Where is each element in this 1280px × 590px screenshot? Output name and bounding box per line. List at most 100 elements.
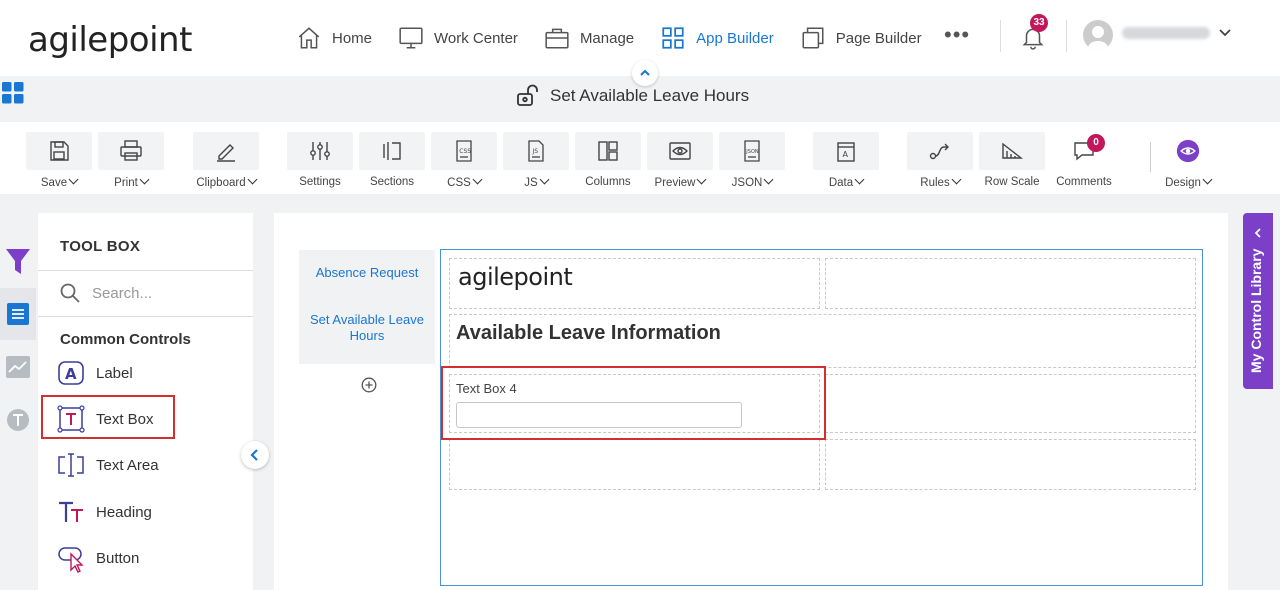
unlock-icon[interactable]: [516, 84, 542, 108]
monitor-icon: [399, 27, 423, 49]
form-heading: Available Leave Information: [456, 322, 721, 344]
logo-cell[interactable]: agilepoint: [449, 258, 820, 309]
css-button[interactable]: CSS CSS: [431, 132, 497, 189]
home-icon: [298, 27, 320, 49]
nav-manage[interactable]: Manage: [544, 24, 634, 52]
row-scale-button[interactable]: Row Scale: [979, 132, 1045, 188]
divider: [1000, 20, 1001, 52]
json-file-icon: JSON: [744, 140, 760, 162]
sections-label: Sections: [369, 176, 415, 188]
list-icon: [7, 303, 29, 325]
toolbox-tab[interactable]: [0, 288, 36, 340]
tool-box-search[interactable]: Search...: [60, 283, 152, 303]
collapse-toolbox-button[interactable]: [241, 441, 269, 469]
page-tab-absence-request[interactable]: Absence Request: [299, 250, 435, 298]
collapse-header-button[interactable]: [632, 60, 658, 86]
theme-tab[interactable]: [0, 394, 36, 446]
clipboard-label: Clipboard: [196, 177, 246, 189]
toolbox-item-text-area[interactable]: Text Area: [56, 447, 159, 483]
toolbox-item-button-text: Button: [96, 549, 140, 567]
chevron-up-icon: [640, 69, 650, 76]
avatar[interactable]: [1083, 20, 1113, 50]
empty-cell[interactable]: [825, 258, 1196, 309]
divider: [38, 316, 253, 317]
username-blurred: [1122, 27, 1210, 39]
design-button[interactable]: Design: [1155, 132, 1221, 189]
pencil-icon: [217, 144, 235, 162]
json-label: JSON: [731, 177, 763, 189]
chevron-left-icon: [1254, 228, 1261, 238]
empty-cell[interactable]: [449, 439, 820, 490]
columns-icon: [598, 141, 618, 161]
nav-home[interactable]: Home: [296, 24, 372, 52]
nav-home-label: Home: [332, 29, 373, 47]
form-title-text: Set Available Leave Hours: [550, 86, 750, 105]
analytics-tab[interactable]: [0, 341, 36, 393]
page-tab-label: Set Available Leave Hours: [310, 312, 424, 343]
rules-flow-icon: [929, 143, 949, 160]
add-page-icon[interactable]: [361, 377, 377, 393]
nav-app-builder-label: App Builder: [696, 29, 774, 47]
form-title: Set Available Leave Hours: [516, 84, 749, 108]
heading-cell[interactable]: Available Leave Information: [449, 314, 1196, 368]
preview-button[interactable]: Preview: [647, 132, 713, 189]
left-icon-rail: [0, 213, 36, 590]
data-icon: A: [837, 142, 855, 162]
theme-t-icon: [7, 409, 29, 431]
nav-page-builder[interactable]: Page Builder: [800, 24, 922, 52]
common-controls-heading: Common Controls: [60, 331, 191, 348]
nav-page-builder-label: Page Builder: [835, 29, 922, 47]
data-button[interactable]: A Data: [813, 132, 879, 189]
label-a-icon: A: [58, 361, 84, 385]
design-eye-icon: [1176, 139, 1200, 163]
tool-box-panel: TOOL BOX Search... Common Controls A Lab…: [38, 213, 253, 590]
nav-work-center[interactable]: Work Center: [398, 24, 518, 52]
heading-icon: [59, 501, 83, 522]
js-button[interactable]: JS JS: [503, 132, 569, 189]
filter-tab[interactable]: [0, 235, 36, 287]
settings-button[interactable]: Settings: [287, 132, 353, 188]
divider: [1150, 142, 1151, 172]
comments-button[interactable]: Comments: [1051, 132, 1117, 188]
page-tab-set-available-leave-hours[interactable]: Set Available Leave Hours: [299, 298, 435, 364]
nav-app-builder[interactable]: App Builder: [660, 24, 774, 52]
save-button[interactable]: Save: [26, 132, 92, 189]
toolbox-item-heading[interactable]: Heading: [56, 494, 152, 530]
chevron-down-icon[interactable]: [1218, 26, 1232, 40]
empty-cell[interactable]: [825, 439, 1196, 490]
sections-button[interactable]: Sections: [359, 132, 425, 188]
comments-label: Comments: [1056, 176, 1112, 188]
text-area-icon: [58, 453, 84, 477]
main-nav: Home Work Center Manage App Builder Page…: [296, 24, 948, 52]
clipboard-button[interactable]: Clipboard: [193, 132, 259, 189]
form-canvas: Absence Request Set Available Leave Hour…: [274, 213, 1228, 590]
js-file-icon: JS: [528, 140, 544, 162]
toolbox-item-button[interactable]: Button: [56, 540, 139, 576]
app-grid-icon[interactable]: [2, 82, 24, 104]
rules-button[interactable]: Rules: [907, 132, 973, 189]
toolbox-item-heading-text: Heading: [96, 503, 152, 521]
my-control-library-tab[interactable]: My Control Library: [1243, 213, 1273, 389]
toolbox-item-label[interactable]: A Label: [56, 355, 133, 391]
css-label: CSS: [447, 177, 471, 189]
svg-text:A: A: [843, 150, 849, 159]
more-menu-button[interactable]: •••: [944, 22, 970, 48]
comments-badge: 0: [1087, 134, 1105, 152]
page-list: Absence Request Set Available Leave Hour…: [299, 250, 435, 364]
row-scale-label: Row Scale: [984, 176, 1040, 188]
search-placeholder: Search...: [92, 284, 153, 302]
text-box-cell-highlight: [441, 366, 826, 440]
json-button[interactable]: JSON JSON: [719, 132, 785, 189]
print-button[interactable]: Print: [98, 132, 164, 189]
chart-icon: [6, 356, 30, 378]
js-label: JS: [524, 177, 538, 189]
agilepoint-logo[interactable]: agilepoint: [28, 20, 192, 60]
sections-icon: [383, 142, 401, 160]
columns-button[interactable]: Columns: [575, 132, 641, 188]
notification-badge: 33: [1030, 14, 1048, 32]
nav-work-center-label: Work Center: [434, 29, 518, 47]
empty-cell[interactable]: [825, 374, 1196, 433]
designer-toolbar: Save Print Clipboard Settings Sections C…: [0, 122, 1280, 194]
page-tab-label: Absence Request: [315, 265, 419, 280]
data-label: Data: [828, 177, 854, 189]
